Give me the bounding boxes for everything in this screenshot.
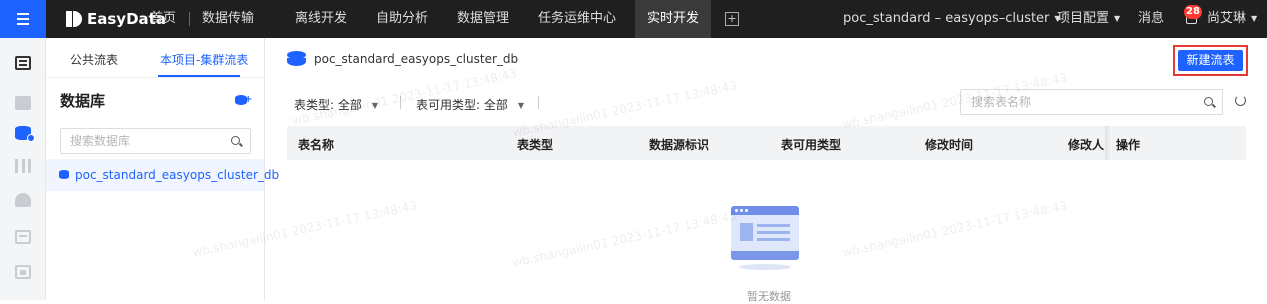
filter-label: 表类型: (294, 98, 335, 112)
project-name: poc_standard – easyops–cluster (843, 11, 1050, 26)
column-header-actions: 操作 (1116, 138, 1141, 152)
chevron-down-icon: ▼ (371, 101, 379, 110)
chevron-down-icon: ▼ (517, 101, 525, 110)
archive-icon[interactable] (15, 230, 31, 244)
brand-mark-icon (66, 11, 82, 27)
empty-state-illustration (731, 206, 799, 272)
messages-link[interactable]: 消息 (1138, 0, 1164, 38)
column-header-modified-by: 修改人 (1068, 138, 1105, 152)
column-header-modified-time: 修改时间 (925, 138, 974, 152)
empty-state-text: 暂无数据 (747, 290, 791, 303)
monitor-icon[interactable] (15, 265, 31, 279)
table-scope-tabs: 公共流表 本项目-集群流表 (46, 38, 265, 78)
nav-item-offline-dev[interactable]: 离线开发 (295, 0, 347, 38)
table-type-filter[interactable]: 表类型: 全部 ▼ (294, 96, 378, 113)
search-icon[interactable] (1204, 97, 1213, 106)
database-search (60, 128, 251, 154)
main-content: poc_standard_easyops_cluster_db 新建流表 表类型… (266, 38, 1267, 303)
user-name: 尚艾琳 (1207, 11, 1247, 26)
menu-toggle-button[interactable] (0, 0, 46, 38)
database-panel: 公共流表 本项目-集群流表 数据库 poc_standard_easyops_c… (46, 38, 279, 300)
table-search (960, 89, 1223, 115)
add-tab-icon[interactable]: + (725, 12, 739, 26)
usable-type-filter[interactable]: 表可用类型: 全部 ▼ (416, 96, 524, 113)
code-icon[interactable] (15, 96, 31, 110)
filter-value: 全部 (337, 98, 362, 112)
column-header-table-type: 表类型 (517, 138, 554, 152)
database-search-input[interactable] (70, 129, 220, 153)
tab-public-tables[interactable]: 公共流表 (70, 51, 118, 68)
filter-label: 表可用类型: (416, 98, 481, 112)
column-header-usable-type: 表可用类型 (781, 138, 842, 152)
table-header: 表名称 表类型 数据源标识 表可用类型 修改时间 修改人 操作 (287, 126, 1246, 160)
project-config-label: 项目配置 (1057, 11, 1110, 26)
column-divider (1105, 126, 1111, 160)
refresh-icon[interactable] (1235, 95, 1246, 106)
database-icon (287, 51, 306, 67)
create-stream-table-button[interactable]: 新建流表 (1173, 45, 1248, 76)
filter-value: 全部 (483, 98, 508, 112)
database-name: poc_standard_easyops_cluster_db (75, 168, 280, 182)
table-search-input[interactable] (971, 90, 1191, 114)
search-icon[interactable] (231, 136, 240, 145)
nav-item-data-transfer[interactable]: 数据传输 (202, 0, 254, 38)
breadcrumb: poc_standard_easyops_cluster_db (314, 52, 519, 66)
top-nav: EasyData 首页 数据传输 离线开发 自助分析 数据管理 任务运维中心 实… (0, 0, 1267, 38)
tab-project-tables[interactable]: 本项目-集群流表 (160, 51, 248, 68)
message-count-badge: 28 (1184, 5, 1202, 19)
side-rail (0, 38, 46, 300)
project-selector[interactable]: poc_standard – easyops–cluster ▼ (843, 0, 1061, 38)
library-icon[interactable] (15, 159, 31, 173)
nav-item-self-analysis[interactable]: 自助分析 (376, 0, 428, 38)
chevron-down-icon: ▼ (1251, 14, 1258, 23)
column-header-table-name: 表名称 (298, 138, 335, 152)
nav-item-ops-center[interactable]: 任务运维中心 (538, 0, 616, 38)
column-header-datasource: 数据源标识 (649, 138, 710, 152)
active-tab-indicator (158, 75, 240, 77)
add-database-icon[interactable] (235, 94, 252, 105)
nav-item-realtime-dev[interactable]: 实时开发 (635, 0, 712, 38)
user-menu[interactable]: 尚艾琳 ▼ (1207, 0, 1257, 38)
create-button-label: 新建流表 (1178, 50, 1243, 71)
database-icon (59, 170, 69, 179)
layers-icon[interactable] (15, 193, 31, 207)
database-list-item[interactable]: poc_standard_easyops_cluster_db (46, 159, 279, 191)
panel-title: 数据库 (60, 92, 106, 110)
project-config-menu[interactable]: 项目配置 ▼ (1057, 0, 1120, 38)
chevron-down-icon: ▼ (1114, 14, 1121, 23)
database-icon[interactable] (15, 126, 35, 142)
document-icon[interactable] (15, 56, 31, 70)
nav-item-home[interactable]: 首页 (150, 0, 176, 38)
nav-item-data-management[interactable]: 数据管理 (457, 0, 509, 38)
